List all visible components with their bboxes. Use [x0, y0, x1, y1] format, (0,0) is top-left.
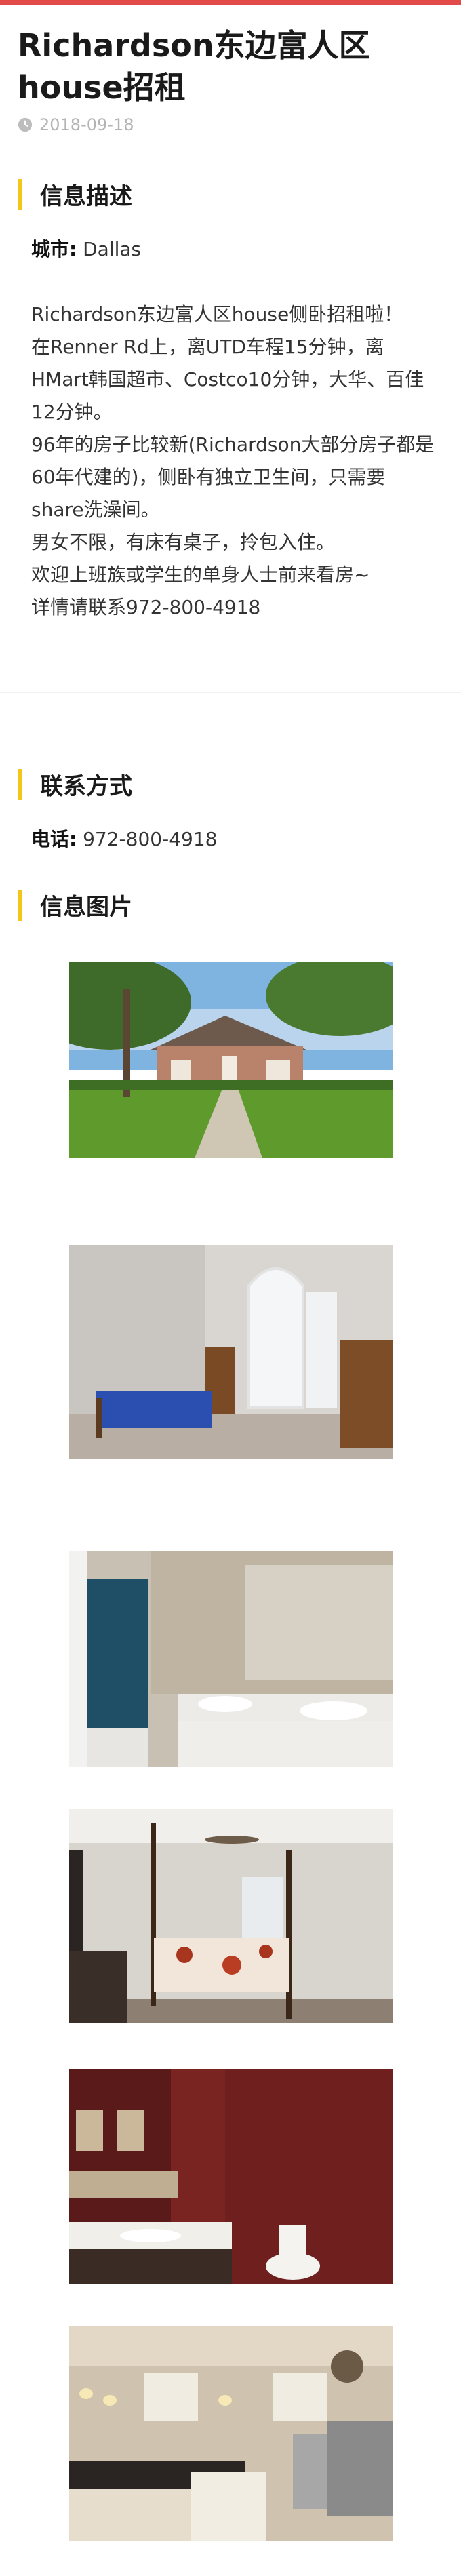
section-accent-bar	[18, 889, 22, 921]
description-line: 详情请联系972-800-4918	[31, 596, 261, 618]
photo-master-bedroom[interactable]	[69, 1809, 393, 2023]
description-line: 男女不限，有床有桌子，拎包入住。	[31, 531, 336, 553]
clock-icon	[18, 117, 33, 132]
photo-house-exterior[interactable]	[69, 962, 393, 1158]
photo-bedroom[interactable]	[69, 1245, 393, 1459]
info-section-header: 信息描述	[18, 178, 132, 211]
gallery-section-header: 信息图片	[18, 888, 132, 922]
info-section-title: 信息描述	[40, 183, 132, 210]
photo-bathroom[interactable]	[69, 1551, 393, 1767]
description-line: 在Renner Rd上，离UTD车程15分钟，离HMart韩国超市、Costco…	[31, 336, 424, 423]
city-row: 城市: Dallas	[31, 235, 141, 262]
contact-section-title: 联系方式	[40, 773, 132, 800]
description-line: 欢迎上班族或学生的单身人士前来看房~	[31, 563, 370, 586]
section-divider	[0, 692, 461, 693]
top-accent-stripe	[0, 0, 461, 5]
description-line: Richardson东边富人区house侧卧招租啦！	[31, 303, 403, 325]
post-date: 2018-09-18	[18, 115, 134, 134]
photo-powder-room[interactable]	[69, 2069, 393, 2284]
phone-row: 电话: 972-800-4918	[31, 825, 217, 852]
post-date-text: 2018-09-18	[39, 115, 134, 134]
description-line: 96年的房子比较新(Richardson大部分房子都是60年代建的)，侧卧有独立…	[31, 433, 435, 521]
phone-value[interactable]: 972-800-4918	[83, 828, 217, 850]
contact-section-header: 联系方式	[18, 768, 132, 801]
post-title: Richardson东边富人区house招租	[18, 27, 370, 106]
phone-label: 电话:	[31, 828, 77, 850]
gallery-section-title: 信息图片	[40, 894, 132, 921]
city-value: Dallas	[83, 238, 142, 260]
photo-kitchen[interactable]	[69, 2326, 393, 2541]
description-block: Richardson东边富人区house侧卧招租啦！ 在Renner Rd上，离…	[31, 298, 438, 624]
city-label: 城市:	[31, 238, 77, 260]
section-accent-bar	[18, 178, 22, 210]
section-accent-bar	[18, 768, 22, 800]
